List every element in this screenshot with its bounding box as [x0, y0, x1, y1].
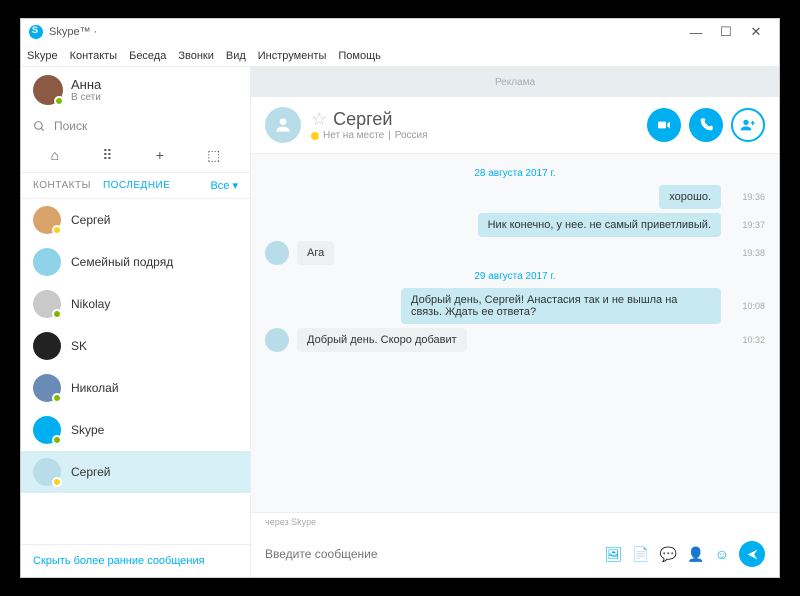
menu-contacts[interactable]: Контакты	[70, 50, 118, 62]
message-time: 10:08	[737, 301, 765, 311]
status-away-icon	[311, 132, 319, 140]
message-time: 10:32	[737, 335, 765, 345]
nav-icons: ⌂ ⠿ + ⬚	[21, 139, 250, 173]
audio-call-button[interactable]	[689, 108, 723, 142]
window-title: Skype™	[49, 26, 91, 38]
chat-header: ☆ Сергей Нет на месте | Россия	[251, 97, 779, 154]
maximize-button[interactable]: ☐	[711, 24, 741, 40]
chat-title: ☆ Сергей	[311, 109, 637, 130]
contact-name: Сергей	[71, 465, 111, 479]
via-label: через Skype	[251, 512, 779, 531]
status-away-icon	[52, 225, 62, 235]
message-bubble: Добрый день, Сергей! Анастасия так и не …	[401, 288, 721, 324]
titlebar: Skype™ · — ☐ ✕	[21, 19, 779, 45]
hide-earlier-link[interactable]: Скрыть более ранние сообщения	[21, 544, 250, 577]
date-separator: 29 августа 2017 г.	[265, 271, 765, 282]
search-placeholder: Поиск	[54, 119, 87, 133]
app-window: Skype™ · — ☐ ✕ Skype Контакты Беседа Зво…	[20, 18, 780, 578]
status-online-icon	[54, 96, 64, 106]
tab-contacts[interactable]: КОНТАКТЫ	[33, 180, 91, 191]
ad-banner[interactable]: Реклама	[251, 67, 779, 97]
contact-item[interactable]: Skype	[21, 409, 250, 451]
skype-logo-icon	[29, 25, 43, 39]
menu-help[interactable]: Помощь	[338, 50, 381, 62]
message-row: Добрый день. Скоро добавит 10:32	[265, 328, 765, 352]
message-avatar	[265, 241, 289, 265]
chat-area[interactable]: 28 августа 2017 г. хорошо. 19:36 Ник кон…	[251, 154, 779, 512]
menu-view[interactable]: Вид	[226, 50, 246, 62]
profile-status: В сети	[71, 92, 101, 103]
sidebar-tabs: КОНТАКТЫ ПОСЛЕДНИЕ Все ▾	[21, 173, 250, 199]
main-panel: Реклама ☆ Сергей Нет на месте | Россия	[251, 67, 779, 577]
chat-avatar	[265, 107, 301, 143]
status-online-icon	[52, 393, 62, 403]
contact-name: Skype	[71, 423, 104, 437]
message-row: Ага 19:38	[265, 241, 765, 265]
message-row: Ник конечно, у нее. не самый приветливый…	[265, 213, 765, 237]
contact-name: Сергей	[71, 213, 111, 227]
contact-item[interactable]: Nikolay	[21, 283, 250, 325]
contact-name: Семейный подряд	[71, 255, 173, 269]
contact-item[interactable]: Семейный подряд	[21, 241, 250, 283]
message-time: 19:38	[737, 248, 765, 258]
contact-list: Сергей Семейный подряд Nikolay SK Никола…	[21, 199, 250, 544]
status-online-icon	[52, 309, 62, 319]
contact-item[interactable]: Сергей	[21, 451, 250, 493]
contact-name: Nikolay	[71, 297, 110, 311]
add-person-icon	[740, 117, 756, 133]
date-separator: 28 августа 2017 г.	[265, 168, 765, 179]
message-time: 19:36	[737, 192, 765, 202]
message-row: хорошо. 19:36	[265, 185, 765, 209]
filter-all[interactable]: Все ▾	[210, 179, 238, 192]
message-input[interactable]	[265, 547, 597, 561]
menu-calls[interactable]: Звонки	[178, 50, 214, 62]
menu-conversation[interactable]: Беседа	[129, 50, 166, 62]
send-icon	[746, 548, 759, 561]
bot-icon[interactable]: ⬚	[199, 143, 228, 168]
send-button[interactable]	[739, 541, 765, 567]
message-bubble: Ага	[297, 241, 334, 265]
message-bubble: Ник конечно, у нее. не самый приветливый…	[478, 213, 721, 237]
contact-name: SK	[71, 339, 87, 353]
video-call-button[interactable]	[647, 108, 681, 142]
contact-item[interactable]: SK	[21, 325, 250, 367]
status-online-icon	[52, 435, 62, 445]
profile[interactable]: Анна В сети	[21, 67, 250, 113]
contact-item[interactable]: Николай	[21, 367, 250, 409]
chat-subtitle: Нет на месте | Россия	[311, 130, 637, 141]
close-button[interactable]: ✕	[741, 24, 771, 40]
message-avatar	[265, 328, 289, 352]
menubar: Skype Контакты Беседа Звонки Вид Инструм…	[21, 45, 779, 67]
video-icon	[656, 117, 672, 133]
message-bubble: Добрый день. Скоро добавит	[297, 328, 467, 352]
profile-name: Анна	[71, 77, 101, 92]
contact-item[interactable]: Сергей	[21, 199, 250, 241]
add-icon[interactable]: +	[148, 143, 172, 168]
person-icon	[273, 115, 293, 135]
composer: 🖼 📄 💬 👤 ☺	[251, 531, 779, 577]
contact-card-icon[interactable]: 👤	[687, 546, 704, 563]
attach-image-icon[interactable]: 🖼	[605, 546, 623, 563]
video-message-icon[interactable]: 💬	[660, 546, 677, 563]
message-bubble: хорошо.	[659, 185, 721, 209]
avatar	[33, 75, 63, 105]
add-people-button[interactable]	[731, 108, 765, 142]
dialpad-icon[interactable]: ⠿	[94, 143, 120, 168]
message-row: Добрый день, Сергей! Анастасия так и не …	[265, 288, 765, 324]
message-time: 19:37	[737, 220, 765, 230]
tab-recent[interactable]: ПОСЛЕДНИЕ	[103, 180, 170, 191]
attach-file-icon[interactable]: 📄	[632, 546, 649, 563]
search-icon	[33, 120, 46, 133]
home-icon[interactable]: ⌂	[43, 143, 67, 168]
menu-skype[interactable]: Skype	[27, 50, 58, 62]
status-away-icon	[52, 477, 62, 487]
emoji-icon[interactable]: ☺	[715, 546, 729, 562]
minimize-button[interactable]: —	[681, 25, 711, 40]
phone-icon	[698, 117, 714, 133]
search-row[interactable]: Поиск	[21, 113, 250, 139]
menu-tools[interactable]: Инструменты	[258, 50, 327, 62]
sidebar: Анна В сети Поиск ⌂ ⠿ + ⬚ КОНТАКТЫ ПОСЛЕ…	[21, 67, 251, 577]
contact-name: Николай	[71, 381, 119, 395]
